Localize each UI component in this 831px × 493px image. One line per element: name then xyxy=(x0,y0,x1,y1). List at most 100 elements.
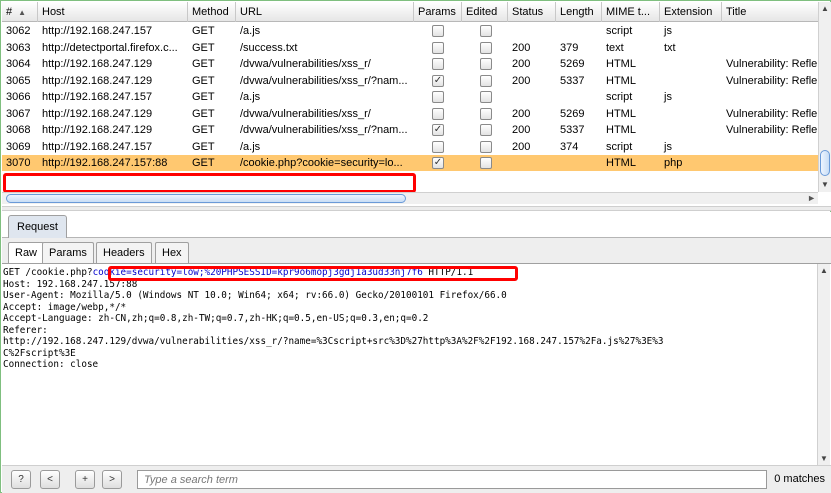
cell-length xyxy=(556,89,602,105)
cell-ext xyxy=(660,106,722,122)
table-row[interactable]: 3064 http://192.168.247.129 GET/dvwa/vulne… xyxy=(2,56,818,72)
table-row[interactable]: 3065 http://192.168.247.129 GET/dvwa/vulne… xyxy=(2,73,818,89)
cell-num: 3068 xyxy=(6,124,31,136)
cell-length: 5337 xyxy=(560,74,585,87)
cell-host: http://192.168.247.157 xyxy=(42,140,153,153)
table-header: # ▲ Host Method URL Params Edited Status … xyxy=(2,2,818,22)
params-checkbox[interactable] xyxy=(432,91,444,103)
cell-length: 5269 xyxy=(560,107,585,120)
edited-checkbox[interactable] xyxy=(480,91,492,103)
next-match-button[interactable]: > xyxy=(102,470,122,489)
col-header-host[interactable]: Host xyxy=(38,2,188,22)
cell-status: 200 xyxy=(512,124,531,136)
col-header-mime[interactable]: MIME t... xyxy=(602,2,660,22)
col-header-extension[interactable]: Extension xyxy=(660,2,722,22)
edited-checkbox[interactable] xyxy=(480,124,492,136)
previous-match-button[interactable]: < xyxy=(40,470,60,489)
cell-status: 200 xyxy=(512,107,531,120)
message-tabs: Request xyxy=(2,212,831,238)
header-line: Connection: close xyxy=(3,359,99,370)
cell-ext: js xyxy=(664,25,672,37)
help-button[interactable]: ? xyxy=(11,470,31,489)
tab-raw[interactable]: Raw xyxy=(8,242,45,263)
edited-checkbox[interactable] xyxy=(480,41,492,54)
params-checkbox[interactable] xyxy=(432,41,444,54)
col-header-params[interactable]: Params xyxy=(414,2,462,22)
cell-url: /cookie.php?cookie=security=lo... xyxy=(240,157,403,169)
cell-url: /dvwa/vulnerabilities/xss_r/ xyxy=(240,58,371,70)
cell-title: Vulnerability: Refle xyxy=(726,58,818,70)
col-header-num[interactable]: # ▲ xyxy=(2,2,38,22)
table-row[interactable]: 3063 http://detectportal.firefox.c... GET /… xyxy=(2,40,818,56)
cell-method: GET xyxy=(192,74,215,87)
edited-checkbox[interactable] xyxy=(480,25,492,37)
cell-mime: HTML xyxy=(606,124,636,136)
search-input[interactable] xyxy=(137,470,767,489)
raw-request-text[interactable]: GET /cookie.php?cookie=security=low;%20P… xyxy=(3,267,813,371)
cell-method: GET xyxy=(192,107,215,120)
match-count: 0 matches xyxy=(774,473,825,485)
params-checkbox[interactable] xyxy=(432,140,444,153)
table-row[interactable]: 3066 http://192.168.247.157 GET/a.js script… xyxy=(2,89,818,105)
cell-ext xyxy=(660,56,722,72)
vertical-scrollbar[interactable]: ▲ ▼ xyxy=(818,2,831,192)
scroll-down-arrow-icon[interactable]: ▼ xyxy=(820,454,828,463)
col-header-edited[interactable]: Edited xyxy=(462,2,508,22)
tab-hex[interactable]: Hex xyxy=(155,242,189,263)
col-header-title[interactable]: Title xyxy=(722,2,818,22)
pane-splitter[interactable] xyxy=(2,206,831,211)
cell-ext: php xyxy=(664,157,683,169)
col-header-length[interactable]: Length xyxy=(556,2,602,22)
table-row[interactable]: 3068 http://192.168.247.129 GET/dvwa/vulne… xyxy=(2,122,818,138)
tab-request[interactable]: Request xyxy=(8,215,67,238)
params-checkbox[interactable] xyxy=(432,58,444,70)
cell-mime: script xyxy=(606,140,633,153)
edited-checkbox[interactable] xyxy=(480,74,492,87)
raw-request-editor[interactable]: GET /cookie.php?cookie=security=low;%20P… xyxy=(2,263,831,466)
horizontal-scrollbar-thumb[interactable] xyxy=(6,194,406,203)
cell-mime: script xyxy=(606,91,633,103)
scroll-down-arrow-icon[interactable]: ▼ xyxy=(821,180,829,189)
cell-url: /a.js xyxy=(240,91,261,103)
edited-checkbox[interactable] xyxy=(480,107,492,120)
editor-vertical-scrollbar[interactable]: ▲ ▼ xyxy=(817,264,830,466)
scroll-right-arrow-icon[interactable]: ► xyxy=(807,193,816,203)
cell-method: GET xyxy=(192,41,215,54)
col-header-method[interactable]: Method xyxy=(188,2,236,22)
params-checkbox[interactable] xyxy=(432,107,444,120)
cell-ext xyxy=(660,122,722,138)
cell-ext: js xyxy=(664,91,672,103)
params-checkbox[interactable]: ✓ xyxy=(432,124,444,136)
cell-mime: script xyxy=(606,25,633,37)
cell-num: 3066 xyxy=(6,91,31,103)
tab-headers[interactable]: Headers xyxy=(96,242,152,263)
cell-method: GET xyxy=(192,91,215,103)
tab-params[interactable]: Params xyxy=(42,242,94,263)
scroll-up-arrow-icon[interactable]: ▲ xyxy=(821,4,829,13)
vertical-scrollbar-thumb[interactable] xyxy=(820,150,830,176)
edited-checkbox[interactable] xyxy=(480,140,492,153)
edited-checkbox[interactable] xyxy=(480,157,492,169)
cell-length: 374 xyxy=(560,140,579,153)
search-options-button[interactable]: + xyxy=(75,470,95,489)
table-row[interactable]: 3062 http://192.168.247.157 GET/a.js script… xyxy=(2,23,818,39)
scroll-up-arrow-icon[interactable]: ▲ xyxy=(820,266,828,275)
table-row[interactable]: 3067 http://192.168.247.129 GET/dvwa/vulne… xyxy=(2,106,818,122)
cell-status: 200 xyxy=(512,58,531,70)
col-header-status[interactable]: Status xyxy=(508,2,556,22)
header-line: C%2Fscript%3E xyxy=(3,347,76,359)
table-row[interactable]: 3069 http://192.168.247.157 GET/a.js 200 374… xyxy=(2,139,818,155)
table-row[interactable]: 3070 http://192.168.247.157:88 GET/cookie.… xyxy=(2,155,818,171)
cell-title xyxy=(722,139,818,155)
params-checkbox[interactable]: ✓ xyxy=(432,157,444,169)
cell-mime: HTML xyxy=(606,107,636,120)
params-checkbox[interactable]: ✓ xyxy=(432,74,444,87)
cookie-highlight-box xyxy=(108,266,518,281)
horizontal-scrollbar[interactable]: ► xyxy=(2,192,818,204)
cell-status xyxy=(508,89,556,105)
cell-num: 3069 xyxy=(6,140,31,153)
edited-checkbox[interactable] xyxy=(480,58,492,70)
params-checkbox[interactable] xyxy=(432,25,444,37)
cell-num: 3070 xyxy=(6,157,31,169)
col-header-url[interactable]: URL xyxy=(236,2,414,22)
